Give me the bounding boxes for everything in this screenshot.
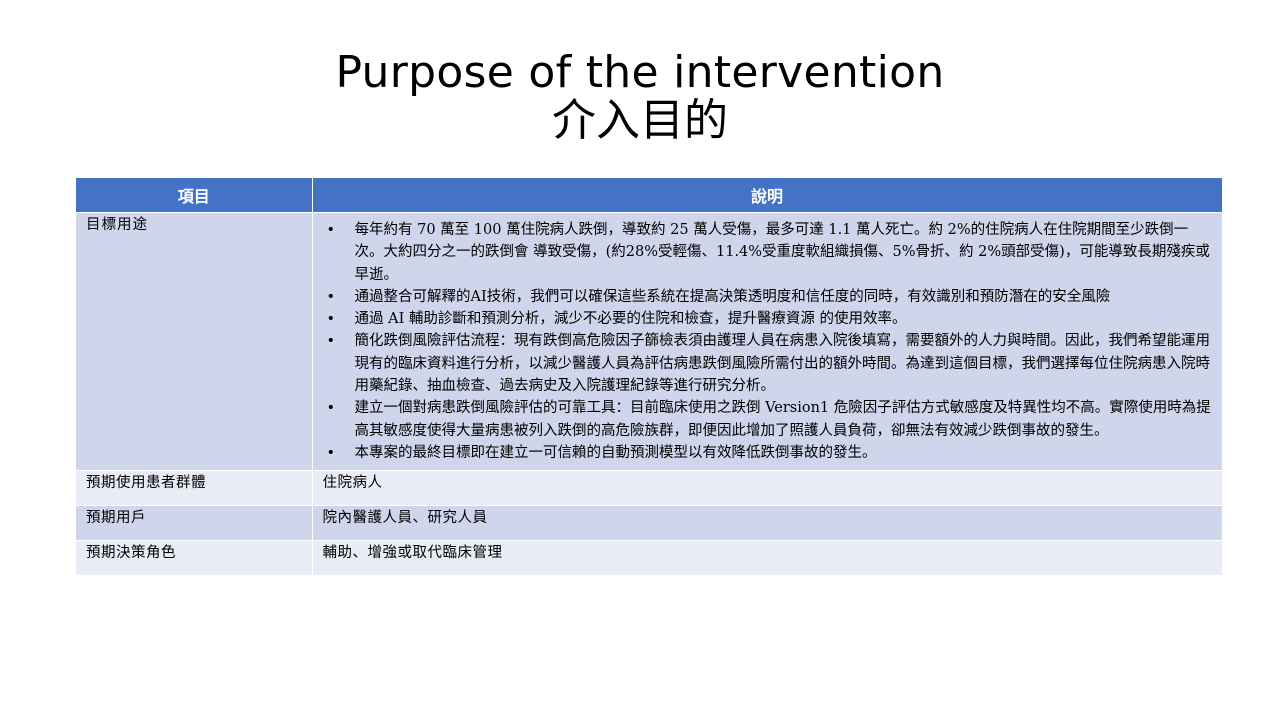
bullet-icon: • — [326, 288, 336, 305]
table-row-goal: 目標用途 • 每年約有 70 萬至 100 萬住院病人跌倒，導致約 25 萬人受傷… — [76, 212, 1223, 472]
slide-title: Purpose of the intervention 介入目的 — [0, 47, 1280, 147]
intended-users-value: 院內醫護人員、研究人員 — [312, 505, 1223, 542]
list-item: • 每年約有 70 萬至 100 萬住院病人跌倒，導致約 25 萬人受傷，最多可達… — [323, 219, 1212, 286]
bullet-icon: • — [326, 222, 336, 238]
list-item: • 簡化跌倒風險評估流程：現有跌倒高危險因子篩檢表須由護理人員在病患入院後填寫，需… — [323, 330, 1212, 397]
goal-bullet-list: • 每年約有 70 萬至 100 萬住院病人跌倒，導致約 25 萬人受傷，最多可達… — [323, 213, 1212, 470]
list-item: • 通過 AI 輔助診斷和預測分析，減少不必要的住院和檢查，提升醫療資源 的使用效… — [323, 308, 1212, 330]
column-header-description: 說明 — [312, 178, 1223, 213]
patient-group-value: 住院病人 — [312, 470, 1223, 507]
bullet-text: 通過 AI 輔助診斷和預測分析，減少不必要的住院和檢查，提升醫療資源 的使用效率… — [354, 311, 907, 328]
title-chinese: 介入目的 — [552, 95, 728, 147]
patient-group-label: 預期使用患者群體 — [76, 470, 313, 507]
bullet-text: 簡化跌倒風險評估流程：現有跌倒高危險因子篩檢表須由護理人員在病患入院後填寫，需要… — [354, 333, 1211, 395]
decision-role-label: 預期決策角色 — [76, 540, 313, 577]
list-item: • 建立一個對病患跌倒風險評估的可靠工具：目前臨床使用之跌倒 Version1 危… — [323, 397, 1212, 442]
decision-role-value: 輔助、增強或取代臨床管理 — [312, 540, 1223, 577]
bullet-icon: • — [326, 444, 336, 461]
bullet-icon: • — [326, 333, 336, 350]
table-header-row: 項目 說明 — [76, 178, 1223, 213]
list-item: • 通過整合可解釋的AI技術，我們可以確保這些系統在提高決策透明度和信任度的同時，… — [323, 286, 1212, 308]
bullet-text: 通過整合可解釋的AI技術，我們可以確保這些系統在提高決策透明度和信任度的同時，有… — [354, 288, 1111, 305]
intended-users-label: 預期用戶 — [76, 505, 313, 542]
goal-description: • 每年約有 70 萬至 100 萬住院病人跌倒，導致約 25 萬人受傷，最多可達… — [312, 212, 1223, 472]
goal-label: 目標用途 — [76, 212, 313, 472]
column-header-item: 項目 — [76, 178, 313, 213]
list-item: • 本專案的最終目標即在建立一可信賴的自動預測模型以有效降低跌倒事故的發生。 — [323, 442, 1212, 464]
title-english: Purpose of the intervention — [335, 47, 945, 98]
bullet-icon: • — [326, 400, 336, 417]
table-row-decision-role: 預期決策角色 輔助、增強或取代臨床管理 — [76, 540, 1223, 577]
table-row-patient-group: 預期使用患者群體 住院病人 — [76, 470, 1223, 507]
purpose-table: 項目 說明 目標用途 • 每年約有 70 萬至 100 萬住院病人跌倒，導致約 2… — [76, 178, 1223, 577]
bullet-icon: • — [326, 311, 336, 328]
bullet-text: 每年約有 70 萬至 100 萬住院病人跌倒，導致約 25 萬人受傷，最多可達 … — [354, 222, 1210, 283]
bullet-text: 建立一個對病患跌倒風險評估的可靠工具：目前臨床使用之跌倒 Version1 危險… — [354, 400, 1211, 439]
bullet-text: 本專案的最終目標即在建立一可信賴的自動預測模型以有效降低跌倒事故的發生。 — [354, 444, 877, 461]
table-row-intended-users: 預期用戶 院內醫護人員、研究人員 — [76, 505, 1223, 542]
